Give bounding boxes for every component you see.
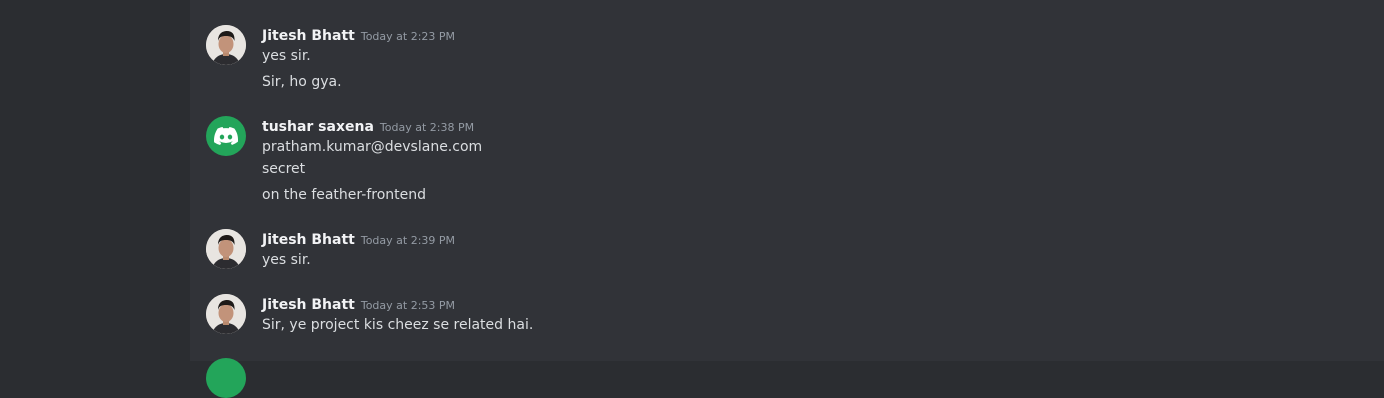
chat-message-list[interactable]: Jitesh Bhatt Today at 2:23 PM yes sir. Si… — [190, 0, 1384, 361]
next-message-avatar[interactable] — [206, 358, 246, 398]
user-avatar[interactable] — [206, 229, 246, 269]
username[interactable]: Jitesh Bhatt — [262, 28, 355, 44]
message-header: tushar saxena Today at 2:38 PM — [262, 116, 474, 136]
username[interactable]: tushar saxena — [262, 119, 374, 135]
message-input-area-edge — [190, 361, 1384, 365]
timestamp[interactable]: Today at 2:53 PM — [361, 299, 455, 312]
message-text: Sir, ye project kis cheez se related hai… — [262, 317, 534, 333]
timestamp[interactable]: Today at 2:23 PM — [361, 30, 455, 43]
message-text: yes sir. — [262, 48, 311, 64]
user-avatar[interactable] — [206, 25, 246, 65]
user-photo-avatar-icon — [206, 25, 246, 65]
message-text: Sir, ho gya. — [262, 74, 342, 90]
username[interactable]: Jitesh Bhatt — [262, 232, 355, 248]
timestamp[interactable]: Today at 2:38 PM — [380, 121, 474, 134]
message-text: secret — [262, 161, 306, 177]
message-header: Jitesh Bhatt Today at 2:23 PM — [262, 25, 455, 45]
message-text: yes sir. — [262, 252, 311, 268]
username[interactable]: Jitesh Bhatt — [262, 297, 355, 313]
message-text: pratham.kumar@devslane.com — [262, 139, 483, 155]
user-photo-avatar-icon — [206, 229, 246, 269]
user-photo-avatar-icon — [206, 294, 246, 334]
user-avatar[interactable] — [206, 294, 246, 334]
message-header: Jitesh Bhatt Today at 2:39 PM — [262, 229, 455, 249]
message-text: on the feather-frontend — [262, 187, 427, 203]
user-avatar[interactable] — [206, 116, 246, 156]
discord-logo-icon — [214, 127, 238, 145]
left-sidebar — [0, 0, 190, 365]
message-header: Jitesh Bhatt Today at 2:53 PM — [262, 294, 455, 314]
timestamp[interactable]: Today at 2:39 PM — [361, 234, 455, 247]
